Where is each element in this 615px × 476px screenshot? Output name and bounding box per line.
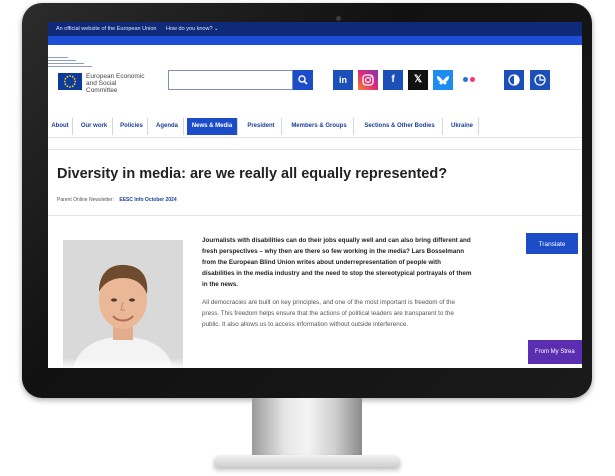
newsletter-meta: Parent Online Newsletter: EESC Info Octo… <box>57 197 177 203</box>
header-blue-strip <box>48 36 582 45</box>
nav-item-agenda[interactable]: Agenda <box>151 118 184 135</box>
article-lead: Journalists with disabilities can do the… <box>202 237 472 288</box>
logo-line-2: and Social <box>86 80 117 87</box>
monitor-stand-base <box>214 455 400 467</box>
flickr-icon[interactable] <box>458 70 480 90</box>
logo-decoration <box>48 57 96 69</box>
contrast-toggle-icon[interactable] <box>504 70 524 90</box>
eu-official-bar: An official website of the European Unio… <box>48 22 582 36</box>
nav-item-members-groups[interactable]: Members & Groups <box>285 118 354 135</box>
header-divider <box>48 149 582 150</box>
page-title: Diversity in media: are we really all eq… <box>57 166 448 182</box>
from-my-stream-button[interactable]: From My Strea <box>528 340 582 364</box>
content-fade <box>48 358 582 368</box>
nav-item-sections-bodies[interactable]: Sections & Other Bodies <box>357 118 443 135</box>
translate-button[interactable]: Translate <box>526 233 578 254</box>
how-do-you-know-link[interactable]: How do you know? ⌄ <box>166 26 219 32</box>
nav-item-policies[interactable]: Policies <box>116 118 148 135</box>
search-input[interactable] <box>168 70 293 90</box>
eesc-logo-text[interactable]: European Economic and Social Committee <box>86 73 166 94</box>
browser-screen: An official website of the European Unio… <box>48 22 582 368</box>
webcam <box>336 16 341 21</box>
site-header: European Economic and Social Committee i… <box>48 45 582 100</box>
x-twitter-icon[interactable]: 𝕏 <box>408 70 428 90</box>
search-icon <box>298 75 308 85</box>
newsletter-link[interactable]: EESC Info October 2024 <box>119 197 176 203</box>
instagram-icon[interactable] <box>358 70 378 90</box>
article-paragraph: All democracies are built on key princip… <box>202 299 456 328</box>
main-navigation: About Our work Policies Agenda News & Me… <box>48 115 582 138</box>
author-photo <box>63 240 183 368</box>
nav-item-news-media[interactable]: News & Media <box>187 118 238 135</box>
monitor-stand-neck <box>252 398 362 456</box>
nav-item-our-work[interactable]: Our work <box>76 118 113 135</box>
meta-divider <box>48 215 582 216</box>
eu-flag-icon[interactable] <box>58 73 82 90</box>
logo-line-3: Committee <box>86 87 118 94</box>
eu-official-text: An official website of the European Unio… <box>56 26 157 32</box>
bluesky-icon[interactable] <box>433 70 453 90</box>
nav-item-president[interactable]: President <box>241 118 282 135</box>
logo-line-1: European Economic <box>86 73 145 80</box>
article-body: Journalists with disabilities can do the… <box>202 235 472 330</box>
nav-item-ukraine[interactable]: Ukraine <box>446 118 479 135</box>
linkedin-icon[interactable]: in <box>333 70 353 90</box>
nav-item-about[interactable]: About <box>48 118 73 135</box>
meta-label: Parent Online Newsletter: <box>57 197 114 203</box>
search-button[interactable] <box>293 70 313 90</box>
language-selector-icon[interactable] <box>530 70 550 90</box>
facebook-icon[interactable]: f <box>383 70 403 90</box>
